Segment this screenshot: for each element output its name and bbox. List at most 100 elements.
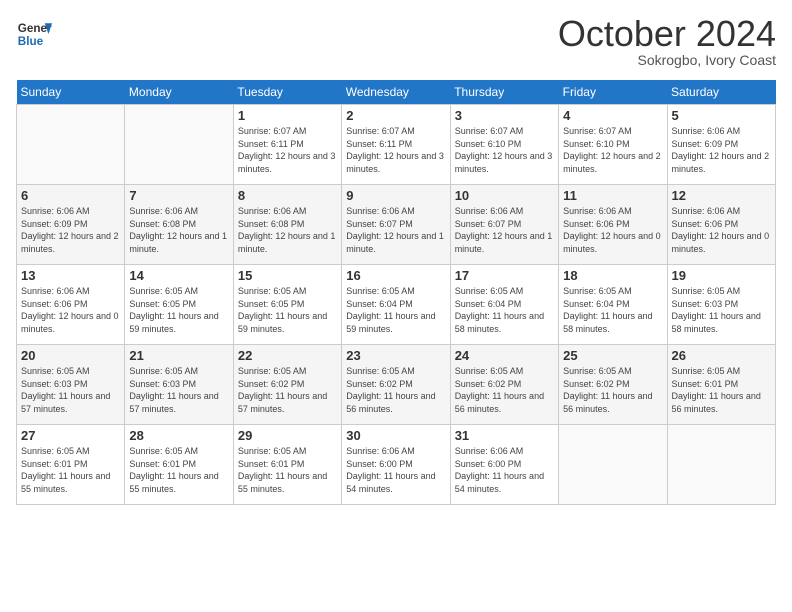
day-detail: Sunrise: 6:05 AM Sunset: 6:02 PM Dayligh… [455,365,554,415]
calendar-cell: 27 Sunrise: 6:05 AM Sunset: 6:01 PM Dayli… [17,425,125,505]
day-detail: Sunrise: 6:06 AM Sunset: 6:09 PM Dayligh… [672,125,771,175]
weekday-header: Tuesday [233,80,341,105]
day-detail: Sunrise: 6:05 AM Sunset: 6:02 PM Dayligh… [238,365,337,415]
day-detail: Sunrise: 6:05 AM Sunset: 6:03 PM Dayligh… [129,365,228,415]
day-detail: Sunrise: 6:05 AM Sunset: 6:04 PM Dayligh… [455,285,554,335]
calendar-cell: 7 Sunrise: 6:06 AM Sunset: 6:08 PM Daylig… [125,185,233,265]
calendar-cell: 20 Sunrise: 6:05 AM Sunset: 6:03 PM Dayli… [17,345,125,425]
calendar-cell: 6Sunrise: 6:06 AM Sunset: 6:09 PM Daylig… [17,185,125,265]
weekday-header: Monday [125,80,233,105]
day-detail: Sunrise: 6:07 AM Sunset: 6:10 PM Dayligh… [455,125,554,175]
calendar-week-row: 27 Sunrise: 6:05 AM Sunset: 6:01 PM Dayli… [17,425,776,505]
day-detail: Sunrise: 6:06 AM Sunset: 6:09 PM Dayligh… [21,205,120,255]
day-detail: Sunrise: 6:06 AM Sunset: 6:07 PM Dayligh… [346,205,445,255]
day-detail: Sunrise: 6:05 AM Sunset: 6:01 PM Dayligh… [21,445,120,495]
day-detail: Sunrise: 6:05 AM Sunset: 6:03 PM Dayligh… [21,365,120,415]
day-number: 10 [455,188,554,203]
calendar-cell: 25 Sunrise: 6:05 AM Sunset: 6:02 PM Dayli… [559,345,667,425]
month-title: October 2024 [558,16,776,52]
day-number: 30 [346,428,445,443]
calendar-cell [125,105,233,185]
day-number: 20 [21,348,120,363]
title-block: October 2024 Sokrogbo, Ivory Coast [558,16,776,68]
day-number: 25 [563,348,662,363]
calendar-body: 1 Sunrise: 6:07 AM Sunset: 6:11 PM Daylig… [17,105,776,505]
calendar-table: SundayMondayTuesdayWednesdayThursdayFrid… [16,80,776,505]
day-detail: Sunrise: 6:06 AM Sunset: 6:08 PM Dayligh… [129,205,228,255]
day-number: 22 [238,348,337,363]
day-detail: Sunrise: 6:07 AM Sunset: 6:10 PM Dayligh… [563,125,662,175]
calendar-cell: 9 Sunrise: 6:06 AM Sunset: 6:07 PM Daylig… [342,185,450,265]
weekday-header: Saturday [667,80,775,105]
day-detail: Sunrise: 6:05 AM Sunset: 6:04 PM Dayligh… [563,285,662,335]
day-number: 19 [672,268,771,283]
day-number: 18 [563,268,662,283]
day-number: 16 [346,268,445,283]
day-number: 28 [129,428,228,443]
calendar-week-row: 1 Sunrise: 6:07 AM Sunset: 6:11 PM Daylig… [17,105,776,185]
weekday-header: Thursday [450,80,558,105]
calendar-cell [17,105,125,185]
calendar-cell: 3 Sunrise: 6:07 AM Sunset: 6:10 PM Daylig… [450,105,558,185]
weekday-header: Wednesday [342,80,450,105]
day-detail: Sunrise: 6:07 AM Sunset: 6:11 PM Dayligh… [346,125,445,175]
calendar-cell: 26Sunrise: 6:05 AM Sunset: 6:01 PM Dayli… [667,345,775,425]
calendar-cell: 12 Sunrise: 6:06 AM Sunset: 6:06 PM Dayli… [667,185,775,265]
day-detail: Sunrise: 6:06 AM Sunset: 6:06 PM Dayligh… [21,285,120,335]
location-subtitle: Sokrogbo, Ivory Coast [558,52,776,68]
calendar-cell: 16 Sunrise: 6:05 AM Sunset: 6:04 PM Dayli… [342,265,450,345]
day-number: 31 [455,428,554,443]
day-number: 15 [238,268,337,283]
calendar-cell: 18 Sunrise: 6:05 AM Sunset: 6:04 PM Dayli… [559,265,667,345]
logo-icon: General Blue [16,16,52,52]
calendar-cell: 4 Sunrise: 6:07 AM Sunset: 6:10 PM Daylig… [559,105,667,185]
day-number: 1 [238,108,337,123]
day-detail: Sunrise: 6:06 AM Sunset: 6:07 PM Dayligh… [455,205,554,255]
weekday-header: Sunday [17,80,125,105]
day-detail: Sunrise: 6:05 AM Sunset: 6:02 PM Dayligh… [563,365,662,415]
weekday-header: Friday [559,80,667,105]
day-number: 9 [346,188,445,203]
calendar-header-row: SundayMondayTuesdayWednesdayThursdayFrid… [17,80,776,105]
day-number: 4 [563,108,662,123]
calendar-cell: 1Sunrise: 6:07 AM Sunset: 6:11 PM Daylig… [233,105,341,185]
day-number: 3 [455,108,554,123]
day-detail: Sunrise: 6:06 AM Sunset: 6:00 PM Dayligh… [346,445,445,495]
day-number: 5 [672,108,771,123]
day-number: 8 [238,188,337,203]
calendar-cell: 10 Sunrise: 6:06 AM Sunset: 6:07 PM Dayli… [450,185,558,265]
day-detail: Sunrise: 6:06 AM Sunset: 6:06 PM Dayligh… [563,205,662,255]
day-detail: Sunrise: 6:05 AM Sunset: 6:05 PM Dayligh… [129,285,228,335]
day-number: 29 [238,428,337,443]
day-detail: Sunrise: 6:06 AM Sunset: 6:00 PM Dayligh… [455,445,554,495]
calendar-cell: 21Sunrise: 6:05 AM Sunset: 6:03 PM Dayli… [125,345,233,425]
day-number: 7 [129,188,228,203]
calendar-cell: 13 Sunrise: 6:06 AM Sunset: 6:06 PM Dayli… [17,265,125,345]
calendar-cell: 29Sunrise: 6:05 AM Sunset: 6:01 PM Dayli… [233,425,341,505]
calendar-cell: 19 Sunrise: 6:05 AM Sunset: 6:03 PM Dayli… [667,265,775,345]
day-detail: Sunrise: 6:05 AM Sunset: 6:02 PM Dayligh… [346,365,445,415]
day-number: 26 [672,348,771,363]
calendar-week-row: 6Sunrise: 6:06 AM Sunset: 6:09 PM Daylig… [17,185,776,265]
calendar-cell: 5 Sunrise: 6:06 AM Sunset: 6:09 PM Daylig… [667,105,775,185]
day-detail: Sunrise: 6:05 AM Sunset: 6:01 PM Dayligh… [129,445,228,495]
day-detail: Sunrise: 6:05 AM Sunset: 6:04 PM Dayligh… [346,285,445,335]
day-number: 11 [563,188,662,203]
calendar-cell: 22 Sunrise: 6:05 AM Sunset: 6:02 PM Dayli… [233,345,341,425]
calendar-cell: 14 Sunrise: 6:05 AM Sunset: 6:05 PM Dayli… [125,265,233,345]
day-number: 13 [21,268,120,283]
day-number: 14 [129,268,228,283]
day-detail: Sunrise: 6:05 AM Sunset: 6:05 PM Dayligh… [238,285,337,335]
calendar-cell: 15 Sunrise: 6:05 AM Sunset: 6:05 PM Dayli… [233,265,341,345]
day-detail: Sunrise: 6:05 AM Sunset: 6:03 PM Dayligh… [672,285,771,335]
page-header: General Blue October 2024 Sokrogbo, Ivor… [16,16,776,68]
day-number: 23 [346,348,445,363]
calendar-cell: 28 Sunrise: 6:05 AM Sunset: 6:01 PM Dayli… [125,425,233,505]
day-detail: Sunrise: 6:06 AM Sunset: 6:06 PM Dayligh… [672,205,771,255]
day-number: 27 [21,428,120,443]
calendar-cell [559,425,667,505]
day-number: 12 [672,188,771,203]
day-number: 17 [455,268,554,283]
calendar-cell: 23 Sunrise: 6:05 AM Sunset: 6:02 PM Dayli… [342,345,450,425]
calendar-cell: 30 Sunrise: 6:06 AM Sunset: 6:00 PM Dayli… [342,425,450,505]
